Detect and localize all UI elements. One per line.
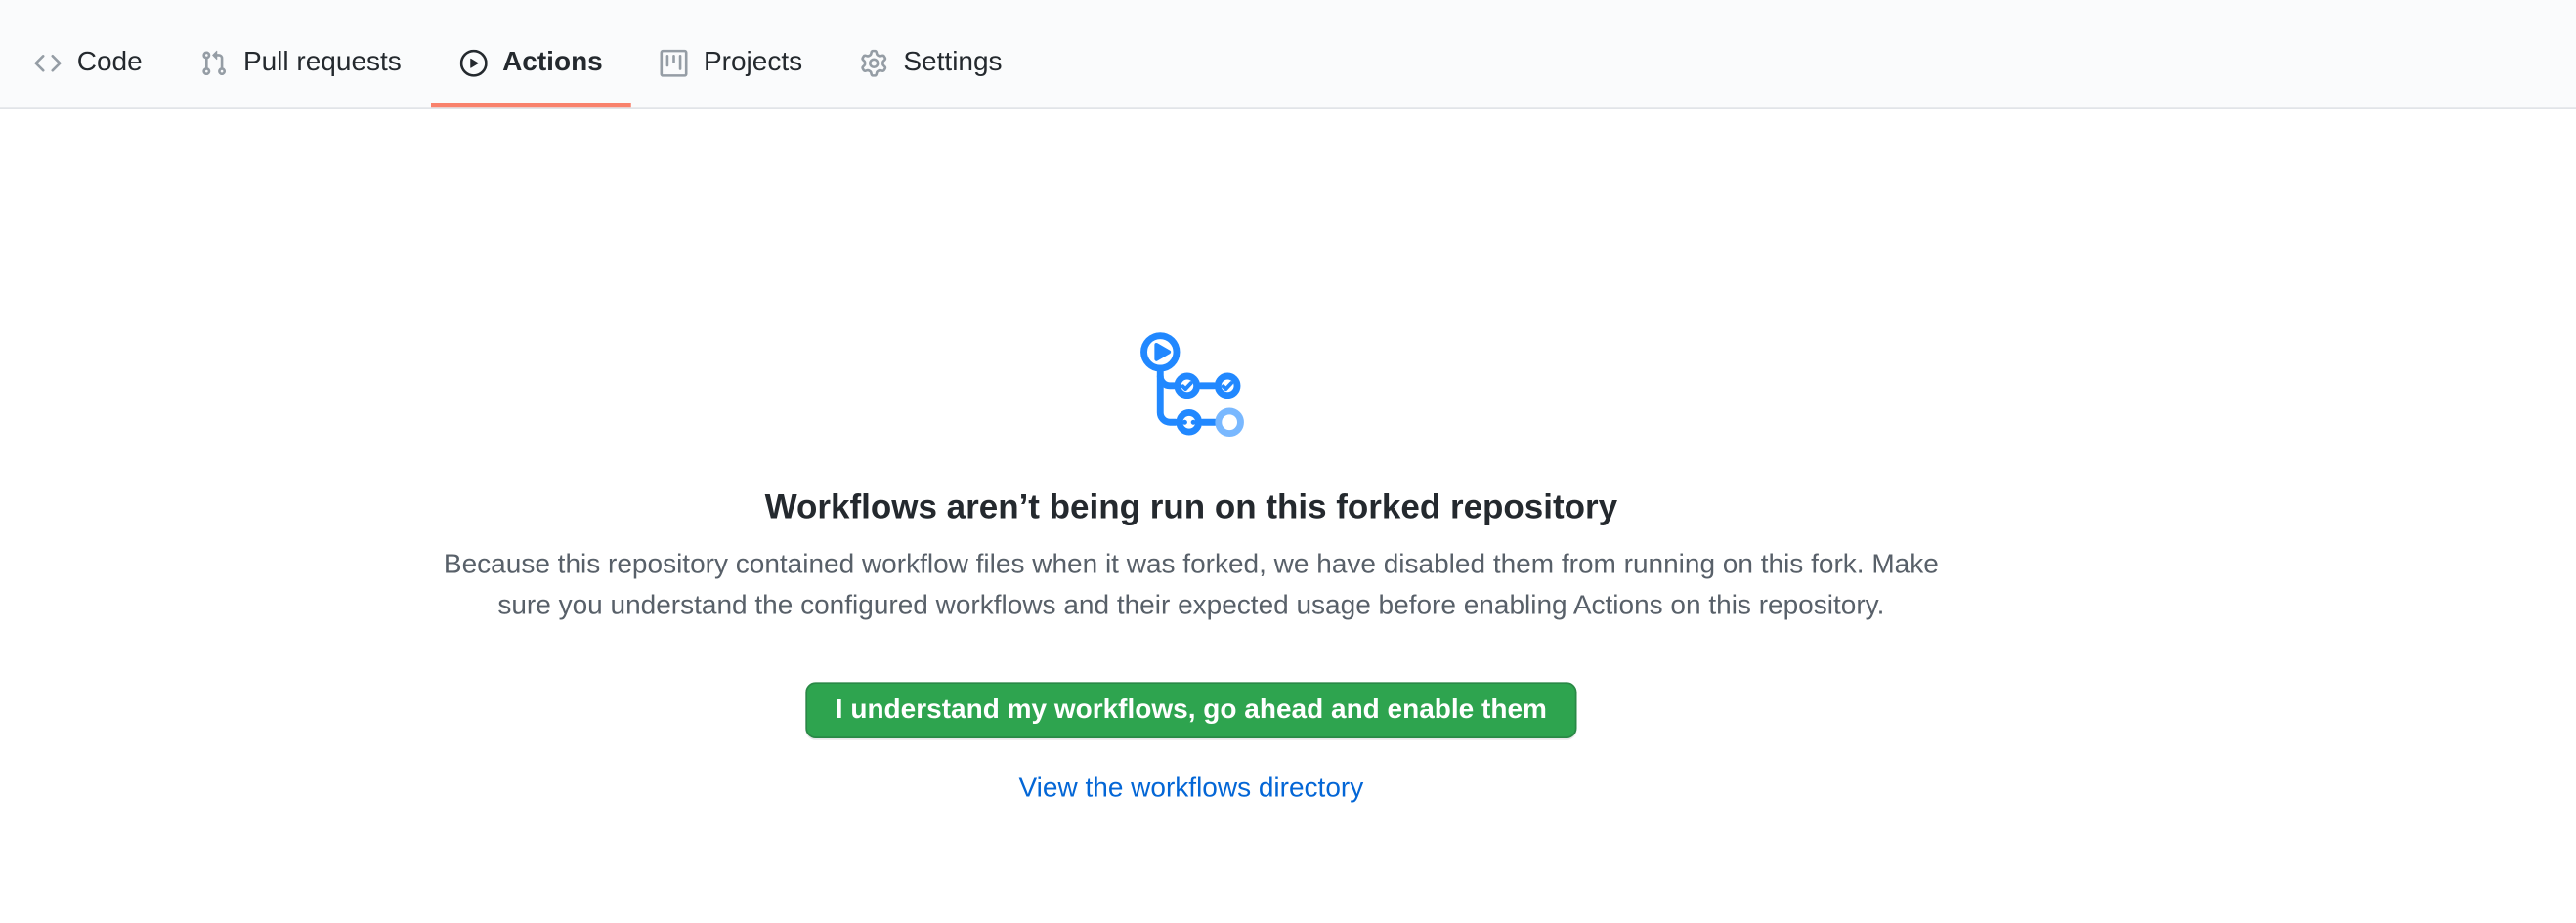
main-content: Workflows aren’t being run on this forke… — [0, 109, 2576, 811]
tab-pull-requests[interactable]: Pull requests — [171, 18, 430, 108]
repo-tab-bar: Code Pull requests Actions Projects Sett — [0, 0, 2576, 109]
code-icon — [34, 49, 62, 76]
play-icon — [459, 49, 487, 76]
tab-projects[interactable]: Projects — [631, 18, 831, 108]
git-pull-request-icon — [200, 49, 228, 76]
project-icon — [661, 49, 688, 76]
description: Because this repository contained workfl… — [444, 545, 1939, 627]
tab-settings[interactable]: Settings — [832, 18, 1031, 108]
description-line-1: Because this repository contained workfl… — [444, 545, 1939, 586]
tab-pull-requests-label: Pull requests — [243, 42, 402, 83]
repo-actions-page: Code Pull requests Actions Projects Sett — [0, 0, 2576, 923]
enable-workflows-button[interactable]: I understand my workflows, go ahead and … — [806, 682, 1576, 738]
page-title: Workflows aren’t being run on this forke… — [765, 482, 1618, 534]
gear-icon — [861, 49, 888, 76]
tab-projects-label: Projects — [704, 42, 802, 83]
description-line-2: sure you understand the configured workf… — [444, 586, 1939, 627]
tab-code-label: Code — [77, 42, 143, 83]
actions-disabled-empty-state: Workflows aren’t being run on this forke… — [0, 109, 2383, 811]
view-workflows-directory-link[interactable]: View the workflows directory — [1019, 770, 1364, 811]
workflow-icon — [1138, 330, 1245, 438]
tab-code[interactable]: Code — [5, 18, 171, 108]
tab-actions-label: Actions — [502, 42, 603, 83]
tab-settings-label: Settings — [903, 42, 1002, 83]
tab-actions[interactable]: Actions — [431, 18, 632, 108]
